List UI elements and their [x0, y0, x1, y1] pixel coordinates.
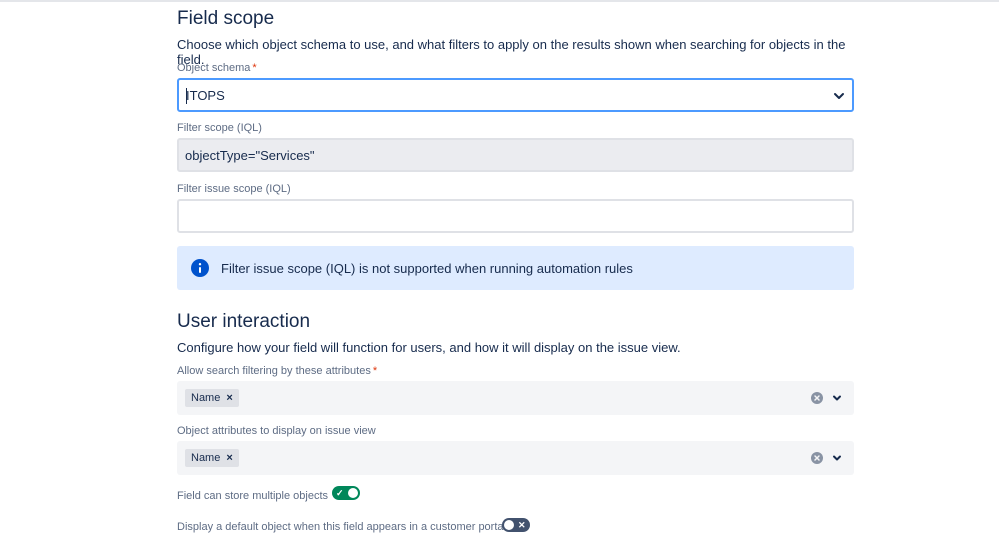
remove-tag-icon[interactable]: × [226, 392, 232, 404]
clear-icon[interactable] [811, 452, 823, 464]
info-banner: Filter issue scope (IQL) is not supporte… [177, 246, 854, 290]
required-mark: * [372, 365, 378, 377]
default-object-toggle[interactable]: ✕ [502, 518, 530, 532]
remove-tag-icon[interactable]: × [226, 452, 232, 464]
chevron-down-icon[interactable] [829, 390, 845, 406]
field-scope-description: Choose which object schema to use, and w… [177, 37, 846, 67]
object-schema-label: Object schema * [177, 62, 257, 74]
chevron-down-icon[interactable] [829, 450, 845, 466]
search-attributes-label-text: Allow search filtering by these attribut… [177, 365, 371, 377]
display-attributes-label: Object attributes to display on issue vi… [177, 425, 376, 437]
cross-icon: ✕ [518, 520, 526, 530]
search-attributes-label: Allow search filtering by these attribut… [177, 365, 377, 377]
default-object-label: Display a default object when this field… [177, 521, 506, 533]
user-interaction-description: Configure how your field will function f… [177, 340, 681, 355]
info-icon [191, 259, 209, 277]
object-schema-value: ITOPS [186, 88, 225, 103]
filter-issue-scope-input[interactable] [177, 199, 854, 233]
filter-scope-label: Filter scope (IQL) [177, 122, 262, 134]
field-scope-heading: Field scope [177, 8, 275, 29]
search-attributes-select[interactable]: Name × [177, 381, 854, 415]
tag-label: Name [191, 392, 221, 404]
info-message: Filter issue scope (IQL) is not supporte… [221, 261, 633, 276]
toggle-knob [348, 488, 358, 498]
filter-issue-scope-label: Filter issue scope (IQL) [177, 183, 291, 195]
chevron-down-icon[interactable] [831, 88, 847, 104]
filter-scope-input[interactable]: objectType="Services" [177, 138, 854, 172]
attribute-tag: Name × [185, 449, 239, 467]
object-schema-label-text: Object schema [177, 62, 251, 74]
check-icon: ✓ [336, 488, 344, 498]
multiple-objects-toggle[interactable]: ✓ [332, 486, 360, 500]
toggle-knob [504, 520, 514, 530]
filter-scope-value: objectType="Services" [185, 148, 315, 163]
top-divider [0, 0, 999, 2]
display-attributes-select[interactable]: Name × [177, 441, 854, 475]
attribute-tag: Name × [185, 389, 239, 407]
user-interaction-heading: User interaction [177, 311, 311, 332]
required-mark: * [252, 62, 257, 74]
tag-label: Name [191, 452, 221, 464]
object-schema-select[interactable]: ITOPS [177, 78, 854, 112]
clear-icon[interactable] [811, 392, 823, 404]
multiple-objects-label: Field can store multiple objects [177, 490, 329, 502]
